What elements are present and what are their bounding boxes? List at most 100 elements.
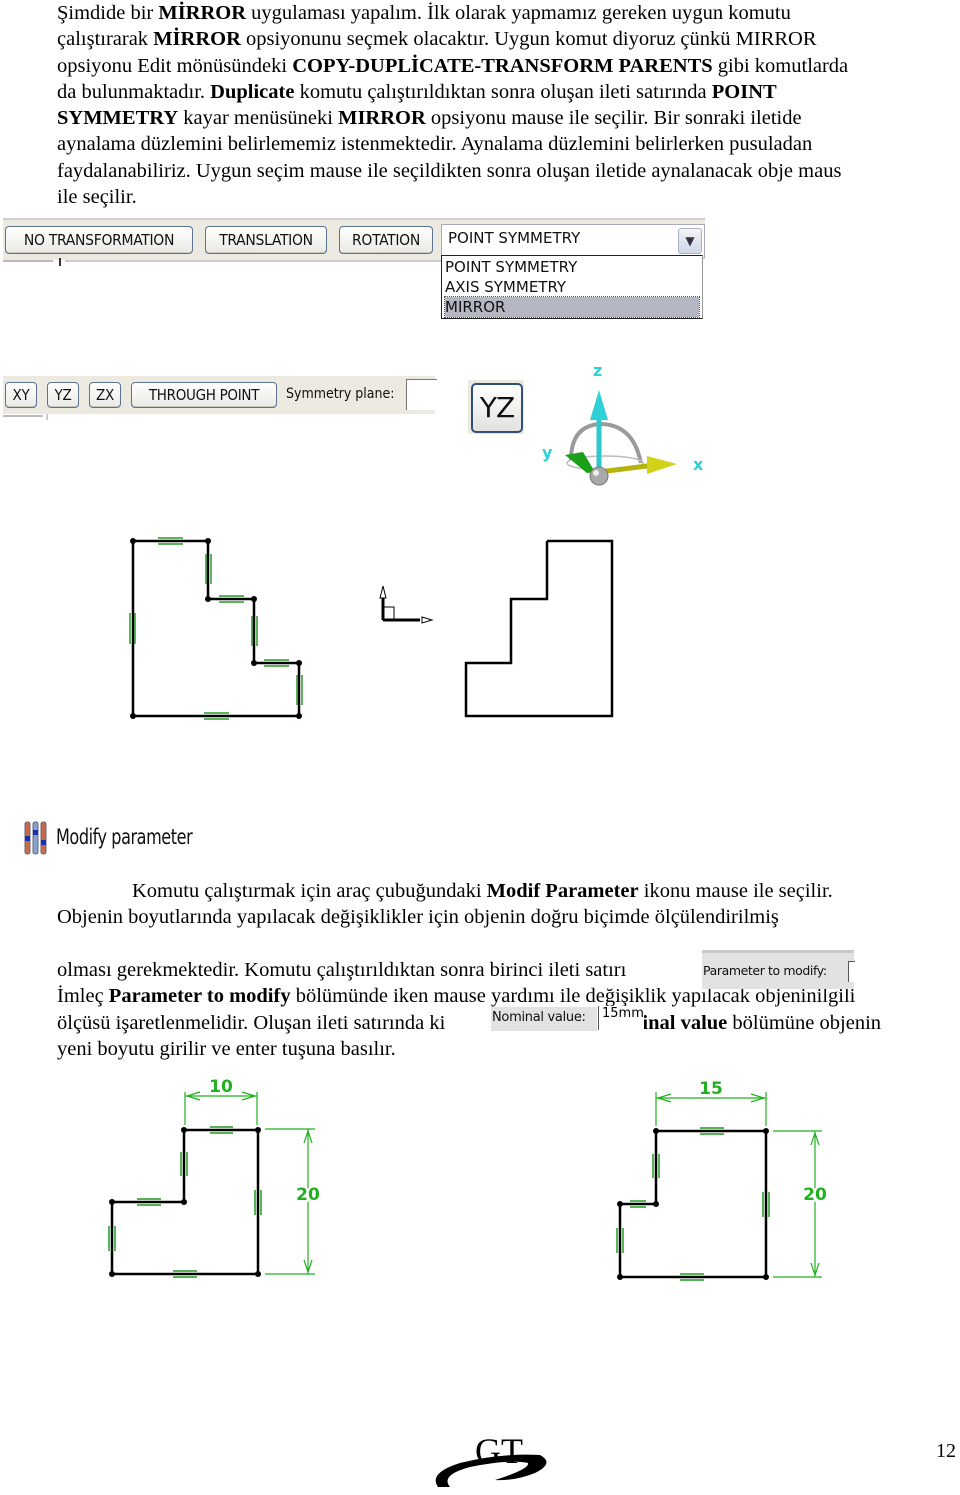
through-point-button[interactable]: THROUGH POINT	[131, 382, 277, 408]
profile-outline[interactable]	[618, 1129, 768, 1279]
original-outline[interactable]	[131, 539, 301, 718]
logo-text: GT	[475, 1431, 523, 1471]
zx-plane-button[interactable]: ZX	[89, 382, 121, 408]
text-line: ile seçilir.	[57, 184, 957, 210]
bold-term: MİRROR	[158, 2, 247, 24]
yz-plane-button[interactable]: YZ	[47, 382, 79, 408]
width-dimension-value[interactable]: 15	[699, 1079, 723, 1099]
vertex	[130, 538, 136, 544]
text-segment: opsiyonu Edit mönüsündeki	[57, 54, 293, 77]
nominal-value-label: Nominal value:	[492, 1010, 586, 1025]
profile-vertices	[130, 538, 302, 719]
transformation-type-select[interactable]: POINT SYMMETRY ▼	[441, 224, 705, 258]
text-segment: ikonu mause ile seçilir.	[638, 880, 833, 902]
text-line: çalıştırarak MİRROR opsiyonunu seçmek ol…	[57, 26, 957, 52]
compass-x-axis	[598, 462, 656, 475]
dimensioned-profile-before: 10 20	[108, 1077, 322, 1278]
constraint-marks	[129, 537, 303, 720]
bold-term: Modif Parameter	[486, 880, 639, 902]
no-transformation-button[interactable]: NO TRANSFORMATION	[5, 226, 193, 254]
width-dimension-value[interactable]: 10	[209, 1077, 233, 1097]
text-segment: opsiyonu mause ile seçilir. Bir sonraki …	[425, 107, 802, 130]
text-segment: olması gerekmektedir. Komutu çalıştırıld…	[57, 959, 627, 981]
compass-y-arrow	[565, 452, 595, 473]
height-dimension-value[interactable]: 20	[801, 1183, 829, 1207]
text-segment: gibi komutlarda	[712, 54, 849, 77]
text-segment: opsiyonunu seçmek olacaktır. Uygun komut…	[240, 28, 817, 51]
toolbar-underline	[3, 414, 48, 420]
mirror-drawing	[129, 537, 614, 720]
vertex	[296, 713, 302, 719]
axis-triad	[379, 585, 434, 624]
vertex	[251, 660, 257, 666]
text-segment: kayar menüsüneki	[178, 107, 339, 130]
vertex	[251, 596, 257, 602]
text-segment: İmleç	[57, 985, 109, 1008]
symmetry-plane-input[interactable]	[406, 379, 437, 410]
yz-button-panel: YZ	[468, 380, 524, 434]
text-segment: Objenin boyutlarında yapılacak değişikli…	[57, 906, 779, 929]
text-segment: Şimdide bir	[57, 2, 159, 24]
axis-compass-icon[interactable]: z y x	[535, 360, 715, 490]
compass-y-label: y	[542, 443, 553, 462]
compass-origin	[589, 466, 609, 486]
compass-z-label: z	[593, 361, 602, 380]
modify-parameter-icon[interactable]	[23, 820, 49, 856]
parameter-to-modify-input[interactable]	[848, 961, 855, 982]
text-segment: ile seçilir.	[57, 186, 137, 209]
vertex	[205, 596, 211, 602]
line-4: yeni boyutu girilir ve enter tuşuna bası…	[57, 1037, 396, 1060]
option-point-symmetry[interactable]: POINT SYMMETRY	[445, 257, 699, 277]
modify-paragraph: Komutu çalıştırmak için araç çubuğundaki…	[57, 878, 957, 931]
symmetry-plane-toolbar: XY YZ ZX THROUGH POINT Symmetry plane:	[3, 376, 437, 414]
bold-term: SYMMETRY	[57, 107, 179, 130]
nominal-value-prompt: Nominal value:	[491, 1007, 597, 1031]
parameter-to-modify-label: Parameter to modify:	[703, 963, 827, 978]
text-line: Komutu çalıştırmak için araç çubuğundaki…	[57, 878, 957, 904]
option-axis-symmetry[interactable]: AXIS SYMMETRY	[445, 277, 699, 297]
page-number: 12	[936, 1440, 956, 1462]
vertex	[130, 713, 136, 719]
text-segment: komutu çalıştırıldıktan sonra oluşan ile…	[294, 80, 712, 103]
combo-value: POINT SYMMETRY	[448, 229, 581, 247]
text-segment: Komutu çalıştırmak için araç çubuğundaki	[132, 880, 487, 902]
yz-plane-large-button[interactable]: YZ	[471, 383, 523, 433]
text-line: SYMMETRY kayar menüsüneki MIRROR opsiyon…	[57, 105, 957, 131]
height-dimension-value[interactable]: 20	[294, 1183, 322, 1207]
vertex	[296, 660, 302, 666]
dimensioned-profile-after: 15 20	[616, 1079, 829, 1281]
symmetry-plane-label: Symmetry plane:	[286, 386, 395, 402]
bold-term: POINT	[711, 80, 777, 103]
vertex	[205, 538, 211, 544]
text-line: Şimdide bir MİRROR uygulaması yapalım. İ…	[57, 0, 957, 26]
compass-x-arrow	[647, 456, 677, 474]
mirrored-profile[interactable]	[464, 539, 614, 718]
intro-paragraph: Şimdide bir MİRROR uygulaması yapalım. İ…	[57, 0, 957, 210]
translation-button[interactable]: TRANSLATION	[205, 226, 327, 254]
modify-parameter-label: Modify parameter	[56, 825, 193, 849]
bold-term: MIRROR	[338, 107, 426, 130]
text-segment: bölümüne objenin	[727, 1011, 882, 1034]
text-line: opsiyonu Edit mönüsündeki COPY-DUPLİCATE…	[57, 53, 957, 79]
gt-logo: GT	[435, 1431, 547, 1487]
text-line: aynalama düzlemini belirlememiz istenmek…	[57, 131, 957, 157]
text-segment: faydalanabiliriz. Uygun seçim mause ile …	[57, 159, 842, 182]
text-segment: uygulaması yapalım. İlk olarak yapmamız …	[246, 2, 791, 24]
transformation-dropdown-list: POINT SYMMETRY AXIS SYMMETRY MIRROR	[441, 255, 703, 319]
compass-x-label: x	[693, 455, 704, 474]
original-profile	[129, 537, 303, 720]
compass-origin-highlight	[593, 470, 599, 476]
nominal-value-input[interactable]: 15mm	[598, 1006, 644, 1030]
xy-plane-button[interactable]: XY	[5, 382, 37, 408]
text-segment: çalıştırarak	[57, 28, 154, 51]
bold-term: Parameter to modify	[108, 985, 291, 1008]
option-mirror[interactable]: MIRROR	[444, 296, 700, 318]
text-segment: aynalama düzlemini belirlememiz istenmek…	[57, 133, 813, 156]
chevron-down-icon[interactable]: ▼	[678, 228, 702, 254]
text-segment: ölçüsü işaretlenmelidir. Oluşan ileti sa…	[57, 1011, 446, 1034]
compass-z-arrow	[590, 390, 608, 420]
rotation-button[interactable]: ROTATION	[339, 226, 433, 254]
text-line: da bulunmaktadır. Duplicate komutu çalış…	[57, 79, 957, 105]
text-segment: da bulunmaktadır.	[57, 80, 211, 103]
bold-term: Duplicate	[210, 80, 295, 103]
